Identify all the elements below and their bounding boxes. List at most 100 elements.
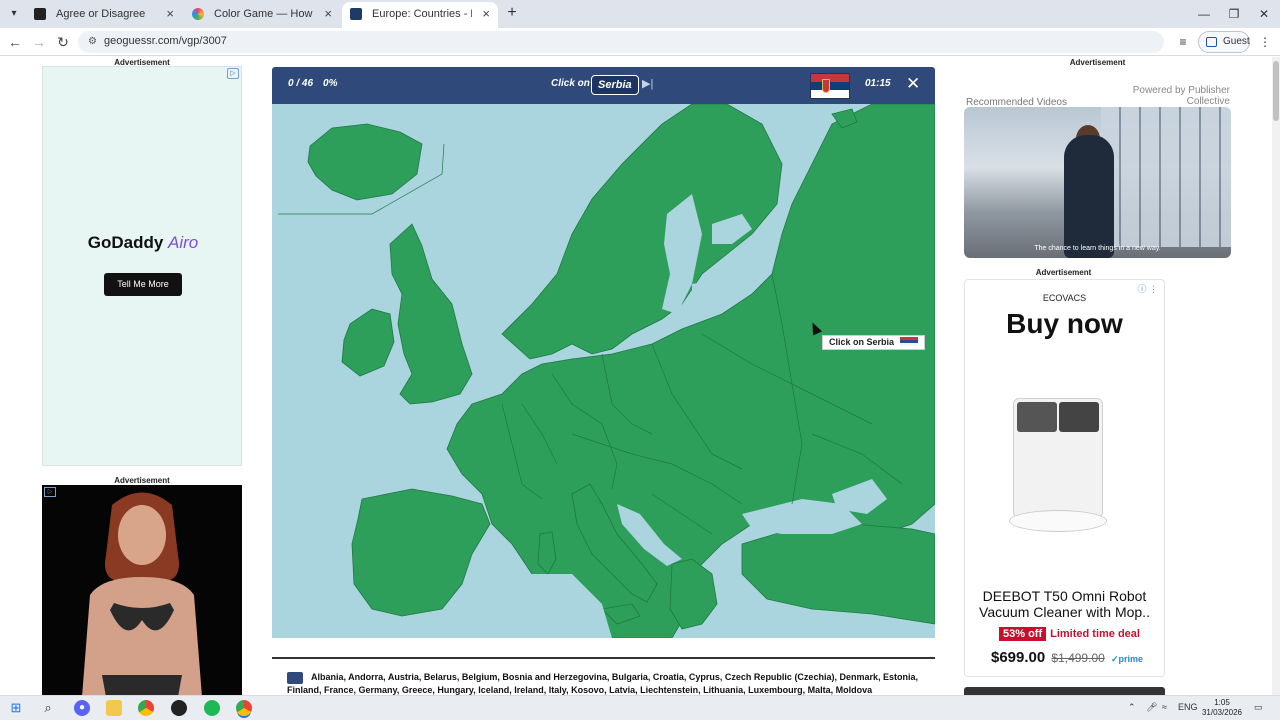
ad-bottom-bar <box>964 687 1165 695</box>
deal-text: Limited time deal <box>1050 628 1140 640</box>
ecovacs-ad[interactable]: ⓘ ⋮ ECOVACS Buy now DEEBOT T50 Omni Robo… <box>964 279 1165 677</box>
discord-icon[interactable]: ● <box>74 700 90 716</box>
video-ad[interactable]: ▷ <box>42 485 242 695</box>
video-caption: The chance to learn things in a new way. <box>1034 245 1161 252</box>
ad-label: Advertisement <box>1035 268 1092 277</box>
steam-icon[interactable] <box>171 700 187 716</box>
clock[interactable]: 1:05 31/03/2026 <box>1200 698 1244 718</box>
serbia-mini-flag-icon <box>900 337 919 346</box>
country-greece <box>669 558 718 630</box>
tab-title: Europe: Countries - Map Quiz <box>372 8 472 20</box>
url-text[interactable]: geoguessr.com/vgp/3007 <box>104 35 227 47</box>
close-quiz-icon[interactable]: ✕ <box>906 74 920 94</box>
price: $699.00 $1,499.00 ✓prime <box>991 649 1143 666</box>
deal-badge: 53% off Limited time deal <box>999 627 1140 641</box>
ecovacs-brand: ECOVACS <box>1042 293 1087 303</box>
clock-time: 1:05 <box>1214 698 1230 707</box>
godaddy-logo: GoDaddy Airo <box>43 233 243 253</box>
microphone-icon[interactable]: 🎤︎ <box>1146 702 1157 713</box>
prompt-prefix: Click on <box>551 78 590 89</box>
tray-chevron-icon[interactable]: ⌃ <box>1128 702 1136 713</box>
skip-icon[interactable]: ▶| <box>642 77 653 90</box>
search-icon[interactable]: ⌕ <box>40 700 56 716</box>
language-indicator[interactable]: ENG <box>1178 702 1198 712</box>
reload-icon[interactable]: ↻ <box>53 32 73 52</box>
close-tab-icon[interactable]: × <box>166 2 174 26</box>
ad-figure-image <box>82 492 202 695</box>
target-country: Serbia <box>591 75 639 95</box>
robot-vacuum-image <box>1009 398 1107 533</box>
country-uk <box>389 223 473 405</box>
tab-color-game[interactable]: Color Game — How Well Can Y × <box>184 2 340 28</box>
site-info-icon[interactable]: ⚙ <box>88 36 97 47</box>
buy-now-headline[interactable]: Buy now <box>965 308 1164 340</box>
favicon-icon <box>350 8 362 20</box>
godaddy-ad[interactable]: ▷ GoDaddy Airo Tell Me More <box>42 66 242 466</box>
forward-icon[interactable]: → <box>29 32 49 52</box>
country-iceland <box>307 123 423 201</box>
timer: 01:15 <box>865 78 891 89</box>
current-price: $699.00 <box>991 649 1046 666</box>
progress-percent: 0% <box>323 78 338 89</box>
tell-me-more-button[interactable]: Tell Me More <box>104 273 182 296</box>
adchoices-icon[interactable]: ▷ <box>44 487 56 497</box>
wifi-icon[interactable]: ≈ <box>1162 702 1167 712</box>
tab-europe-map-quiz[interactable]: Europe: Countries - Map Quiz × <box>342 2 498 28</box>
favicon-icon <box>34 8 46 20</box>
old-price: $1,499.00 <box>1051 651 1105 665</box>
tab-search-list-icon[interactable]: ≡ <box>1174 33 1192 51</box>
page-content: Advertisement ▷ GoDaddy Airo Tell Me Mor… <box>0 57 1280 695</box>
map-tooltip: Click on Serbia <box>822 335 926 350</box>
chrome-icon[interactable] <box>138 700 154 716</box>
quiz-header: 0 / 46 0% Click on Serbia ▶| 01:15 ✕ <box>272 67 935 104</box>
godaddy-brand: GoDaddy <box>87 233 164 252</box>
country-iberia <box>351 488 491 617</box>
guest-profile-button[interactable]: Guest <box>1198 31 1250 53</box>
powered-by: Powered by Publisher Collective <box>1132 85 1230 107</box>
map-list-icon <box>287 671 303 684</box>
ad-label: Advertisement <box>114 476 170 485</box>
close-tab-icon[interactable]: × <box>482 2 490 26</box>
prime-badge: ✓prime <box>1110 654 1144 664</box>
windows-start-icon[interactable]: ⊞ <box>8 700 24 716</box>
godaddy-product: Airo <box>168 233 199 252</box>
guest-label: Guest <box>1223 36 1250 47</box>
chrome-active-icon[interactable] <box>236 700 252 716</box>
tab-search-icon[interactable]: ▾ <box>6 6 22 22</box>
minimize-icon[interactable]: — <box>1194 4 1214 24</box>
progress-count: 0 / 46 <box>288 78 314 89</box>
recommended-video-player[interactable]: The chance to learn things in a new way. <box>964 107 1231 258</box>
countries-list: Albania, Andorra, Austria, Belarus, Belg… <box>287 671 927 695</box>
country-turkey <box>741 523 935 625</box>
divider <box>272 657 935 659</box>
europe-map[interactable]: Click on Serbia <box>272 104 935 638</box>
adchoices-icon[interactable]: ▷ <box>227 68 239 79</box>
spotify-icon[interactable] <box>204 700 220 716</box>
discount-badge: 53% off <box>999 627 1047 641</box>
product-name[interactable]: DEEBOT T50 Omni Robot Vacuum Cleaner wit… <box>965 588 1164 620</box>
more-menu-icon[interactable]: ⋮ <box>1256 33 1274 51</box>
country-ireland <box>341 308 395 377</box>
profile-icon <box>1206 37 1217 47</box>
browser-tab-bar: ▾ Agree or Disagree × Color Game — How W… <box>0 0 1280 28</box>
notifications-icon[interactable]: ▭ <box>1254 702 1263 713</box>
tooltip-text: Click on Serbia <box>829 337 895 347</box>
windows-taskbar: ⊞ ⌕ ● ⌃ 🎤︎ ≈ ENG 1:05 31/03/2026 ▭ <box>0 695 1280 720</box>
clock-date: 31/03/2026 <box>1201 708 1243 717</box>
file-explorer-icon[interactable] <box>106 700 122 716</box>
close-tab-icon[interactable]: × <box>324 2 332 26</box>
tab-title: Agree or Disagree <box>56 8 146 20</box>
tab-title: Color Game — How Well Can Y <box>214 8 314 20</box>
restore-icon[interactable]: ❐ <box>1224 4 1244 24</box>
map-svg[interactable] <box>272 104 935 638</box>
score: 0 / 46 0% <box>288 78 337 89</box>
omnibox[interactable]: ⚙ geoguessr.com/vgp/3007 <box>78 31 1164 53</box>
serbia-flag-icon <box>810 73 850 99</box>
back-icon[interactable]: ← <box>5 32 25 52</box>
tab-agree-or-disagree[interactable]: Agree or Disagree × <box>26 2 182 28</box>
new-tab-button[interactable]: + <box>504 4 520 22</box>
close-window-icon[interactable]: ✕ <box>1254 4 1274 24</box>
page-scrollbar[interactable] <box>1272 57 1280 695</box>
address-bar: ← → ↻ ⚙ geoguessr.com/vgp/3007 ≡ Guest ⋮ <box>0 28 1280 56</box>
ad-label: Advertisement <box>1069 58 1126 67</box>
